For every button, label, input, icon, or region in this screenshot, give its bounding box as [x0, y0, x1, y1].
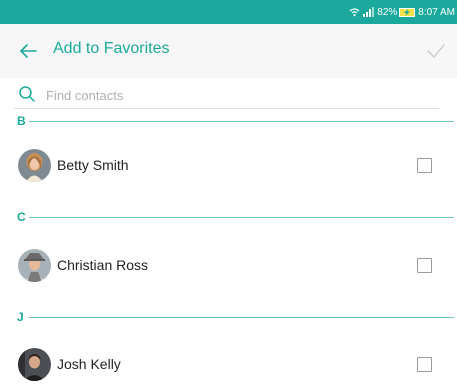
- section-divider: [29, 216, 454, 218]
- section-letter: C: [17, 210, 26, 224]
- section-header-b: B: [17, 113, 454, 129]
- search-input[interactable]: [44, 83, 428, 107]
- check-icon: [427, 44, 445, 58]
- arrow-left-icon: [20, 44, 37, 58]
- contact-name: Josh Kelly: [57, 356, 121, 372]
- select-checkbox[interactable]: [417, 357, 432, 372]
- section-header-j: J: [17, 309, 454, 325]
- battery-charging-icon: [399, 7, 416, 17]
- status-bar: 82% 8:07 AM: [0, 0, 457, 24]
- avatar: [18, 249, 51, 282]
- clock: 8:07 AM: [418, 6, 455, 18]
- search-bar: [14, 80, 439, 109]
- section-divider: [29, 316, 454, 318]
- page-title: Add to Favorites: [53, 40, 170, 57]
- avatar: [18, 348, 51, 381]
- app-bar: Add to Favorites: [0, 24, 457, 78]
- section-letter: J: [17, 310, 24, 324]
- back-button[interactable]: [16, 39, 40, 63]
- search-icon: [18, 85, 36, 103]
- confirm-button[interactable]: [425, 40, 447, 62]
- section-header-c: C: [17, 209, 454, 225]
- contact-row-betty-smith[interactable]: Betty Smith: [0, 143, 457, 193]
- wifi-icon: [349, 7, 360, 17]
- select-checkbox[interactable]: [417, 258, 432, 273]
- battery-percent: 82%: [377, 6, 398, 18]
- signal-icon: [363, 7, 375, 17]
- select-checkbox[interactable]: [417, 158, 432, 173]
- contact-row-christian-ross[interactable]: Christian Ross: [0, 243, 457, 293]
- section-divider: [29, 120, 454, 122]
- avatar: [18, 149, 51, 182]
- contact-row-josh-kelly[interactable]: Josh Kelly: [0, 342, 457, 392]
- contact-name: Christian Ross: [57, 257, 149, 273]
- section-letter: B: [17, 114, 26, 128]
- contact-name: Betty Smith: [57, 157, 129, 173]
